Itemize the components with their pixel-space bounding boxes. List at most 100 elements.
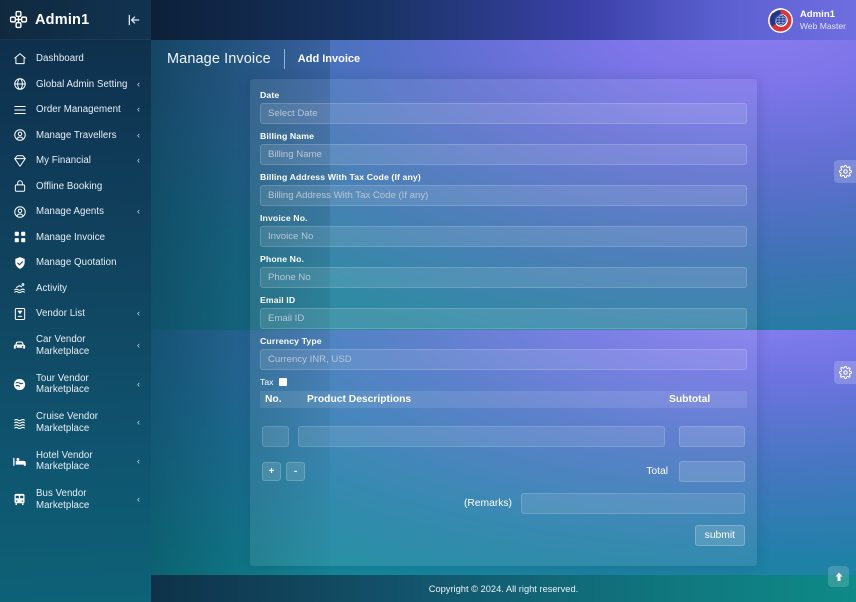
chevron-icon: ‹ bbox=[137, 494, 140, 505]
settings-gear-button-top[interactable] bbox=[834, 160, 856, 183]
sidebar-item-global-admin-setting[interactable]: Global Admin Setting ‹ bbox=[0, 72, 151, 98]
phone-no-field[interactable] bbox=[260, 267, 747, 288]
sidebar-item-tour-vendor-marketplace[interactable]: Tour Vendor Marketplace ‹ bbox=[0, 365, 151, 404]
currency-type-field[interactable] bbox=[260, 349, 747, 370]
email-id-field-group: Email ID bbox=[260, 295, 747, 329]
chevron-icon: ‹ bbox=[137, 378, 140, 389]
user-role: Web Master bbox=[799, 20, 846, 31]
bookmark-tag-icon bbox=[12, 306, 27, 321]
sidebar-item-label: Global Admin Setting bbox=[36, 78, 128, 90]
sidebar-item-label: Bus Vendor Marketplace bbox=[36, 488, 90, 511]
sidebar-item-label: Hotel Vendor Marketplace bbox=[36, 449, 93, 473]
sidebar-item-my-financial[interactable]: My Financial ‹ bbox=[0, 148, 151, 174]
sidebar-item-manage-travellers[interactable]: Manage Travellers ‹ bbox=[0, 123, 151, 149]
row-no-input[interactable] bbox=[262, 426, 289, 447]
sidebar-item-bus-vendor-marketplace[interactable]: Bus Vendor Marketplace ‹ bbox=[0, 481, 151, 520]
phone-no-field-group: Phone No. bbox=[260, 254, 747, 288]
tab-add-invoice[interactable]: Add Invoice bbox=[285, 53, 360, 65]
remarks-row: (Remarks) bbox=[260, 482, 747, 514]
sidebar-header: Admin1 bbox=[0, 0, 151, 40]
remove-row-button[interactable]: - bbox=[286, 462, 305, 481]
sidebar-item-vendor-list[interactable]: Vendor List ‹ bbox=[0, 301, 151, 327]
sidebar-item-offline-booking[interactable]: Offline Booking bbox=[0, 174, 151, 200]
sidebar-item-label: Cruise Vendor Marketplace bbox=[36, 411, 99, 434]
waves-icon bbox=[12, 415, 27, 430]
sidebar-item-car-vendor-marketplace[interactable]: Car Vendor Marketplace ‹ bbox=[0, 327, 151, 366]
chevron-icon: ‹ bbox=[137, 155, 140, 166]
chevron-icon: ‹ bbox=[137, 206, 140, 217]
app-root: Admin1 Web Master Admin1 Dashboard Globa… bbox=[0, 0, 856, 602]
sidebar: Admin1 Dashboard Global Admin Setting ‹ Ord… bbox=[0, 0, 151, 602]
submit-row: submit bbox=[260, 514, 747, 546]
currency-type-field-group: Currency Type bbox=[260, 336, 747, 370]
form-fields: Date Billing Name Billing Address With Tax… bbox=[260, 90, 747, 370]
sidebar-item-hotel-vendor-marketplace[interactable]: Hotel Vendor Marketplace ‹ bbox=[0, 442, 151, 481]
remarks-input[interactable] bbox=[521, 493, 745, 514]
home-icon bbox=[12, 51, 27, 66]
sidebar-item-label: Tour Vendor Marketplace bbox=[36, 372, 90, 396]
globe-icon bbox=[12, 77, 27, 92]
products-table-header: No. Product Descriptions Subtotal bbox=[260, 391, 747, 408]
table-row bbox=[260, 408, 747, 447]
sidebar-item-dashboard[interactable]: Dashboard bbox=[0, 46, 151, 72]
sidebar-item-activity[interactable]: Activity bbox=[0, 276, 151, 302]
sidebar-item-label: Dashboard bbox=[36, 53, 84, 64]
phone-no-field-label: Phone No. bbox=[260, 254, 305, 264]
sidebar-item-label: Vendor List bbox=[36, 308, 86, 319]
date-field[interactable] bbox=[260, 103, 747, 124]
app-logo-icon bbox=[9, 10, 28, 29]
sidebar-nav: Dashboard Global Admin Setting ‹ Order Mana… bbox=[0, 40, 151, 519]
chevron-icon: ‹ bbox=[137, 455, 140, 466]
collapse-left-icon[interactable] bbox=[125, 11, 143, 29]
row-description-input[interactable] bbox=[298, 426, 665, 447]
chevron-icon: ‹ bbox=[137, 340, 140, 351]
tour-globe-icon bbox=[12, 377, 27, 392]
billing-name-field-group: Billing Name bbox=[260, 131, 747, 165]
billing-name-field[interactable] bbox=[260, 144, 747, 165]
sidebar-item-label: My Financial bbox=[36, 155, 91, 166]
invoice-no-field-label: Invoice No. bbox=[260, 213, 308, 223]
sidebar-item-label: Manage Travellers bbox=[36, 129, 117, 141]
invoice-no-field[interactable] bbox=[260, 226, 747, 247]
tax-label: Tax bbox=[260, 377, 274, 387]
user-menu[interactable]: Admin1 Web Master bbox=[767, 7, 846, 33]
gear-icon bbox=[838, 366, 852, 379]
page-tabs: Manage Invoice Add Invoice bbox=[151, 40, 856, 78]
sidebar-item-label: Activity bbox=[36, 282, 68, 294]
scroll-to-top-button[interactable] bbox=[828, 566, 849, 587]
email-id-field-label: Email ID bbox=[260, 295, 296, 305]
tax-checkbox[interactable] bbox=[278, 378, 287, 386]
th-no: No. bbox=[265, 394, 282, 405]
sidebar-item-label: Offline Booking bbox=[36, 180, 103, 192]
user-name: Admin1 bbox=[799, 9, 836, 21]
invoice-no-field-group: Invoice No. bbox=[260, 213, 747, 247]
gear-icon bbox=[838, 165, 852, 178]
tax-row: Tax bbox=[260, 377, 747, 387]
add-invoice-form-card: Date Billing Name Billing Address With Tax… bbox=[250, 79, 757, 566]
shield-check-icon bbox=[12, 255, 27, 270]
sidebar-item-cruise-vendor-marketplace[interactable]: Cruise Vendor Marketplace ‹ bbox=[0, 404, 151, 443]
submit-button[interactable]: submit bbox=[694, 525, 745, 546]
sidebar-item-manage-quotation[interactable]: Manage Quotation bbox=[0, 250, 151, 276]
billing-address-field[interactable] bbox=[260, 185, 747, 206]
email-id-field[interactable] bbox=[260, 308, 747, 329]
sidebar-item-manage-invoice[interactable]: Manage Invoice bbox=[0, 225, 151, 251]
total-input[interactable] bbox=[679, 461, 745, 482]
date-field-label: Date bbox=[260, 90, 280, 100]
billing-name-field-label: Billing Name bbox=[260, 131, 315, 141]
add-row-button[interactable]: + bbox=[262, 462, 281, 481]
tab-manage-invoice[interactable]: Manage Invoice bbox=[167, 51, 284, 67]
total-label: Total bbox=[646, 466, 668, 477]
user-circle-icon bbox=[12, 128, 27, 143]
sidebar-item-label: Manage Quotation bbox=[36, 257, 117, 268]
row-subtotal-input[interactable] bbox=[679, 426, 745, 447]
avatar bbox=[767, 7, 793, 33]
th-product-descriptions: Product Descriptions bbox=[307, 394, 412, 405]
currency-type-field-label: Currency Type bbox=[260, 336, 322, 346]
billing-address-field-group: Billing Address With Tax Code (If any) bbox=[260, 172, 747, 206]
row-controls: + - Total bbox=[260, 447, 747, 482]
sidebar-item-manage-agents[interactable]: Manage Agents ‹ bbox=[0, 199, 151, 225]
chevron-icon: ‹ bbox=[137, 308, 140, 319]
sidebar-item-order-management[interactable]: Order Management ‹ bbox=[0, 97, 151, 123]
settings-gear-button-bottom[interactable] bbox=[834, 361, 856, 384]
